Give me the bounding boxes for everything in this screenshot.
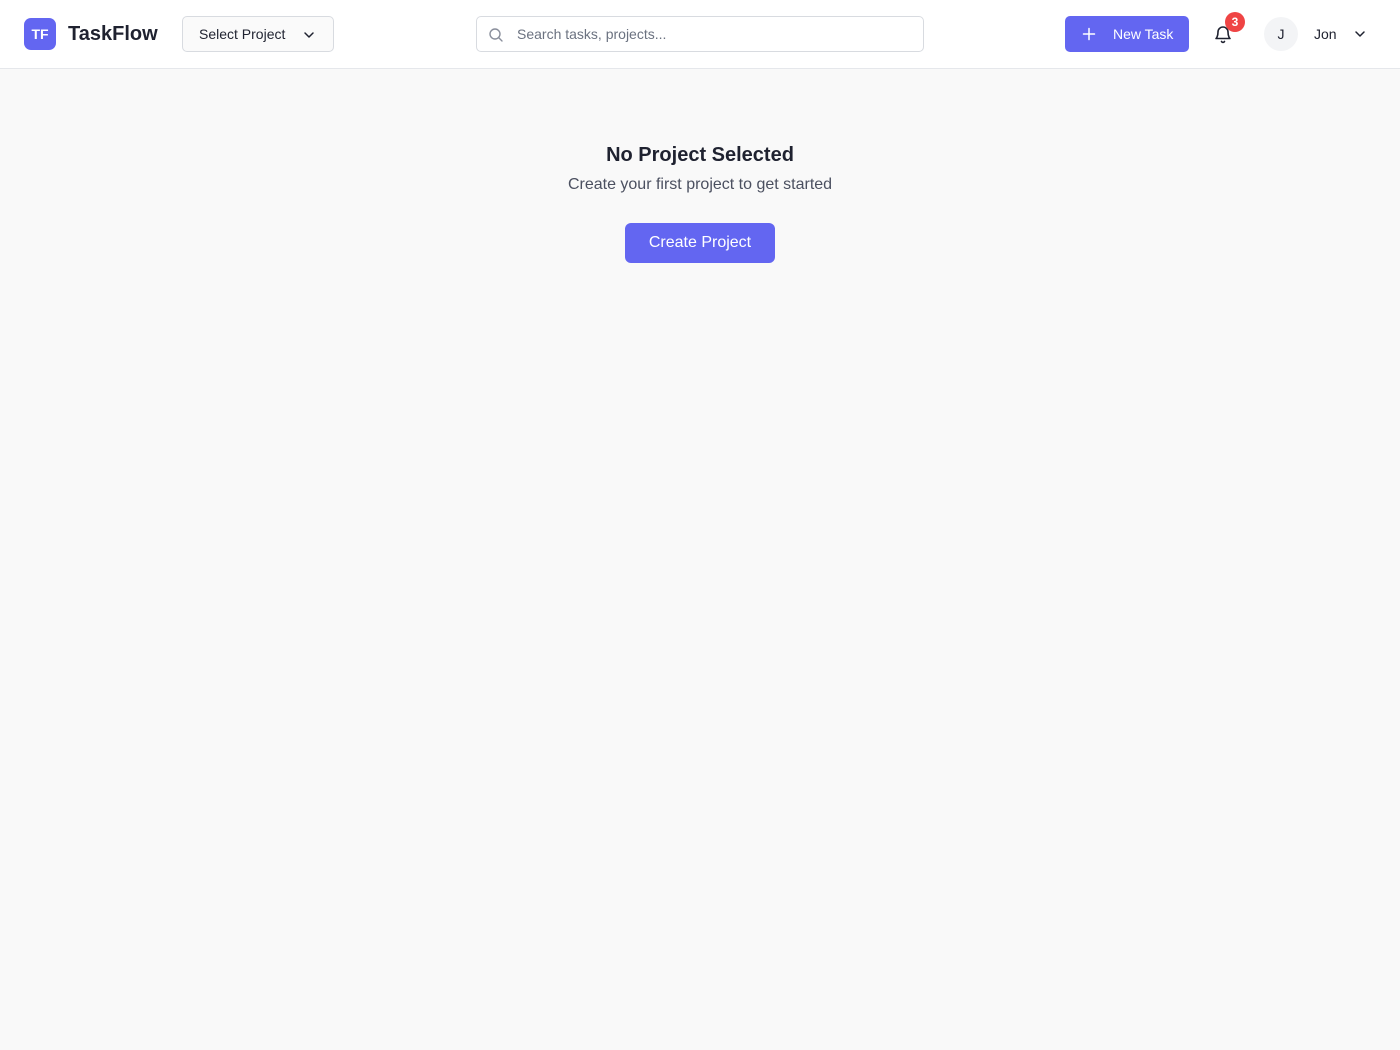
new-task-label: New Task xyxy=(1113,26,1174,42)
top-navigation-bar: TF TaskFlow Select Project New Task 3 J … xyxy=(0,0,1400,69)
plus-icon xyxy=(1082,27,1096,41)
app-logo[interactable]: TF xyxy=(24,18,56,50)
user-menu[interactable]: J Jon xyxy=(1264,17,1376,51)
create-project-button[interactable]: Create Project xyxy=(625,223,775,263)
search-box[interactable] xyxy=(476,16,924,52)
user-name: Jon xyxy=(1314,26,1337,42)
search-input[interactable] xyxy=(515,17,915,51)
empty-state-subtitle: Create your first project to get started xyxy=(567,176,833,193)
empty-state-title: No Project Selected xyxy=(606,144,794,166)
chevron-down-icon xyxy=(1355,31,1365,37)
notification-count-badge: 3 xyxy=(1225,12,1245,32)
empty-state: No Project Selected Create your first pr… xyxy=(0,140,1400,263)
search-icon xyxy=(489,28,503,42)
avatar: J xyxy=(1264,17,1298,51)
chevron-down-icon xyxy=(304,32,314,38)
new-task-button[interactable]: New Task xyxy=(1065,16,1189,52)
project-select-label: Select Project xyxy=(199,26,286,42)
app-title[interactable]: TaskFlow xyxy=(68,20,158,48)
project-select-dropdown[interactable]: Select Project xyxy=(182,16,334,52)
